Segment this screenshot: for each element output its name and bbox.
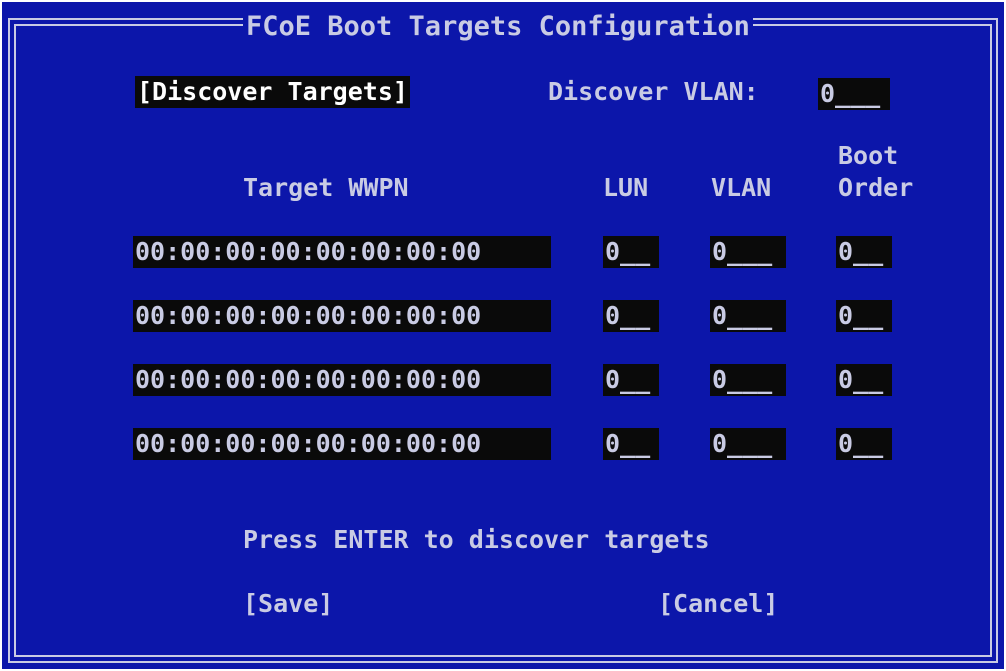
column-header-boot-order-line2: Order — [838, 173, 914, 202]
target-row: 00:00:00:00:00:00:00:00 0__ 0___ 0__ — [2, 300, 1004, 332]
target-boot-order-input[interactable]: 0__ — [836, 236, 892, 268]
target-wwpn-input[interactable]: 00:00:00:00:00:00:00:00 — [133, 364, 551, 396]
target-lun-input[interactable]: 0__ — [603, 300, 659, 332]
status-message: Press ENTER to discover targets — [243, 525, 710, 554]
column-header-vlan: VLAN — [711, 173, 772, 202]
target-vlan-input[interactable]: 0___ — [710, 300, 786, 332]
cancel-button[interactable]: [Cancel] — [658, 588, 778, 620]
target-row: 00:00:00:00:00:00:00:00 0__ 0___ 0__ — [2, 428, 1004, 460]
target-wwpn-input[interactable]: 00:00:00:00:00:00:00:00 — [133, 236, 551, 268]
target-lun-input[interactable]: 0__ — [603, 236, 659, 268]
discover-targets-button[interactable]: [Discover Targets] — [135, 76, 410, 108]
target-lun-input[interactable]: 0__ — [603, 364, 659, 396]
target-wwpn-input[interactable]: 00:00:00:00:00:00:00:00 — [133, 428, 551, 460]
target-vlan-input[interactable]: 0___ — [710, 364, 786, 396]
discover-vlan-input[interactable]: 0___ — [818, 78, 890, 110]
target-boot-order-input[interactable]: 0__ — [836, 428, 892, 460]
target-wwpn-input[interactable]: 00:00:00:00:00:00:00:00 — [133, 300, 551, 332]
column-header-boot-order-line1: Boot — [838, 141, 899, 170]
target-row: 00:00:00:00:00:00:00:00 0__ 0___ 0__ — [2, 236, 1004, 268]
target-lun-input[interactable]: 0__ — [603, 428, 659, 460]
dialog-frame-inner — [14, 24, 992, 657]
bios-screen: FCoE Boot Targets Configuration [Discove… — [2, 2, 1004, 669]
target-boot-order-input[interactable]: 0__ — [836, 300, 892, 332]
dialog-title: FCoE Boot Targets Configuration — [243, 10, 753, 44]
target-row: 00:00:00:00:00:00:00:00 0__ 0___ 0__ — [2, 364, 1004, 396]
column-header-lun: LUN — [603, 173, 649, 202]
target-vlan-input[interactable]: 0___ — [710, 428, 786, 460]
column-header-target-wwpn: Target WWPN — [243, 173, 409, 202]
target-vlan-input[interactable]: 0___ — [710, 236, 786, 268]
save-button[interactable]: [Save] — [243, 588, 333, 620]
target-boot-order-input[interactable]: 0__ — [836, 364, 892, 396]
discover-vlan-label: Discover VLAN: — [548, 77, 759, 106]
